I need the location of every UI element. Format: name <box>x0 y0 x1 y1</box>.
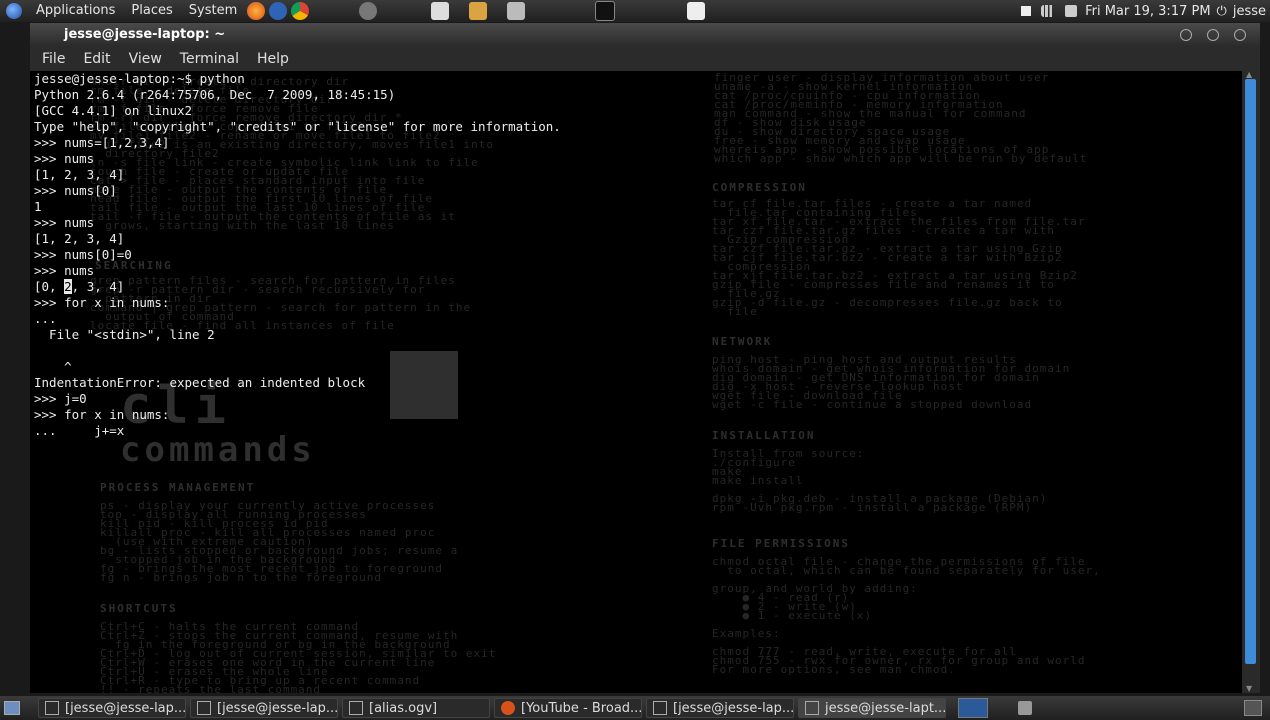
window-title: jesse@jesse-laptop: ~ <box>64 27 226 42</box>
taskbar-item-label: [alias.ogv] <box>369 700 438 716</box>
terminal-line: ... <box>34 311 57 326</box>
workspace-end-icon[interactable] <box>1244 700 1262 716</box>
terminal-icon <box>805 701 819 715</box>
terminal-line: [1, 2, 3, 4] <box>34 167 125 182</box>
terminal-line: Type "help", "copyright", "credits" or "… <box>34 119 561 134</box>
menu-file[interactable]: File <box>36 51 71 67</box>
terminal-icon <box>197 701 211 715</box>
terminal-line: >>> nums <box>34 151 95 166</box>
firefox-icon <box>501 701 515 715</box>
settings-gear-icon[interactable] <box>359 2 378 20</box>
terminal-line: >>> nums <box>34 215 95 230</box>
window-titlebar[interactable]: jesse@jesse-laptop: ~ <box>30 23 1260 47</box>
terminal-area[interactable]: mkdir dir - create a directory dir rm fi… <box>30 71 1242 693</box>
wallpaper-process-commands: ps - display your currently active proce… <box>100 499 459 584</box>
wallpaper-heading-process: PROCESS MANAGEMENT <box>100 481 256 494</box>
bottom-panel: [jesse@jesse-lap... [jesse@jesse-lap... … <box>0 696 1270 720</box>
terminal-icon[interactable] <box>595 1 616 21</box>
terminal-line: File "<stdin>", line 2 <box>34 327 215 342</box>
stop-icon[interactable] <box>1021 6 1032 16</box>
menu-applications[interactable]: Applications <box>28 0 123 22</box>
wallpaper-heading-permissions: FILE PERMISSIONS <box>712 537 850 550</box>
taskbar-item-active[interactable]: jesse@jesse-lapt... <box>798 698 946 718</box>
tool-icon[interactable] <box>507 2 526 20</box>
menu-places[interactable]: Places <box>123 0 180 22</box>
wallpaper-shortcut-commands: Ctrl+C - halts the current command Ctrl+… <box>100 620 497 693</box>
wallpaper-heading-shortcuts: SHORTCUTS <box>100 602 178 615</box>
menu-help[interactable]: Help <box>251 51 295 67</box>
menu-view[interactable]: View <box>123 51 168 67</box>
terminal-window: jesse@jesse-laptop: ~ File Edit View Ter… <box>30 23 1260 693</box>
terminal-line: 1 <box>34 199 42 214</box>
wallpaper-heading-network: NETWORK <box>712 335 773 348</box>
menu-terminal[interactable]: Terminal <box>174 51 245 67</box>
wallpaper-heading-installation: INSTALLATION <box>712 429 816 442</box>
taskbar-item[interactable]: [jesse@jesse-lap... <box>38 698 186 718</box>
scrollbar[interactable]: ▲ ▼ <box>1242 71 1260 693</box>
terminal-line: jesse@jesse-laptop:~$ python <box>34 71 245 86</box>
wallpaper-permission-commands: chmod octal file - change the permission… <box>712 555 1101 676</box>
scroll-up-arrow-icon[interactable]: ▲ <box>1246 71 1256 79</box>
mail-icon[interactable] <box>687 2 706 20</box>
folder-icon[interactable] <box>469 2 488 20</box>
signal-icon[interactable] <box>1041 5 1056 17</box>
terminal-line: >>> nums=[1,2,3,4] <box>34 135 170 150</box>
menubar: File Edit View Terminal Help <box>30 47 1260 71</box>
taskbar-item[interactable]: [jesse@jesse-lap... <box>646 698 794 718</box>
terminal-line: >>> for x in nums: <box>34 407 170 422</box>
wallpaper-network-commands: ping host - ping host and output results… <box>712 353 1071 411</box>
terminal-line: >>> nums[0] <box>34 183 117 198</box>
trash-icon[interactable] <box>1018 701 1032 715</box>
taskbar-item-label: [jesse@jesse-lap... <box>673 700 794 716</box>
terminal-line: >>> j=0 <box>34 391 87 406</box>
volume-icon[interactable] <box>1065 5 1078 17</box>
help-icon[interactable] <box>269 2 288 20</box>
terminal-line: IndentationError: expected an indented b… <box>34 375 366 390</box>
text-editor-icon[interactable] <box>431 2 450 20</box>
user-name[interactable]: jesse <box>1233 4 1266 19</box>
minimize-button[interactable] <box>1180 29 1192 41</box>
text-selection: 2 <box>64 279 72 294</box>
workspace-switcher[interactable] <box>958 698 988 718</box>
scroll-down-arrow-icon[interactable]: ▼ <box>1246 685 1256 693</box>
distro-logo-icon[interactable] <box>6 3 22 19</box>
terminal-line: >>> nums[0]=0 <box>34 247 132 262</box>
terminal-line: [GCC 4.4.1] on linux2 <box>34 103 193 118</box>
show-desktop-icon[interactable] <box>4 701 20 715</box>
top-panel: Applications Places System Fri Mar 19, 3… <box>0 0 1270 22</box>
terminal-line: >>> nums <box>34 263 95 278</box>
taskbar-item-label: [YouTube - Broad... <box>521 700 642 716</box>
firefox-icon[interactable] <box>247 2 266 20</box>
terminal-line: ^ <box>34 359 72 374</box>
terminal-line: ... j+=x <box>34 423 125 438</box>
taskbar-item-label: jesse@jesse-lapt... <box>825 700 946 716</box>
taskbar-item[interactable]: [jesse@jesse-lap... <box>190 698 338 718</box>
terminal-line: [0, 2, 3, 4] <box>34 279 125 294</box>
wallpaper-heading-compression: COMPRESSION <box>712 181 807 194</box>
video-icon <box>349 701 363 715</box>
terminal-line: [1, 2, 3, 4] <box>34 231 125 246</box>
clock[interactable]: Fri Mar 19, 3:17 PM <box>1085 4 1210 19</box>
power-icon[interactable]: ⏻ <box>1217 4 1227 19</box>
terminal-line: Python 2.6.4 (r264:75706, Dec 7 2009, 18… <box>34 87 396 102</box>
menu-edit[interactable]: Edit <box>77 51 116 67</box>
terminal-line: >>> for x in nums: <box>34 295 170 310</box>
maximize-button[interactable] <box>1207 29 1219 41</box>
taskbar-item-label: [jesse@jesse-lap... <box>65 700 186 716</box>
terminal-icon <box>653 701 667 715</box>
taskbar-item-label: [jesse@jesse-lap... <box>217 700 338 716</box>
wallpaper-system-commands: finger user - display information about … <box>714 71 1088 165</box>
taskbar-item[interactable]: [alias.ogv] <box>342 698 490 718</box>
menu-system[interactable]: System <box>181 0 245 22</box>
terminal-icon <box>45 701 59 715</box>
wallpaper-compression-commands: tar cf file.tar files - create a tar nam… <box>712 197 1086 318</box>
terminal-output: jesse@jesse-laptop:~$ python Python 2.6.4… <box>34 71 561 439</box>
wallpaper-install-commands: Install from source: ./configure make ma… <box>712 447 1048 514</box>
close-button[interactable] <box>1234 29 1246 41</box>
scrollbar-thumb[interactable] <box>1245 79 1256 664</box>
chrome-icon[interactable] <box>291 2 310 20</box>
taskbar-item[interactable]: [YouTube - Broad... <box>494 698 642 718</box>
